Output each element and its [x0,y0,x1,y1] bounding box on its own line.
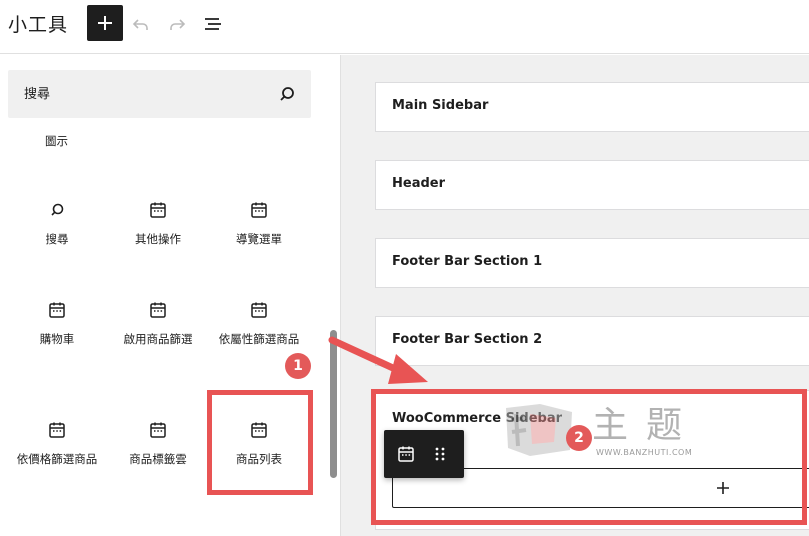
widget-area-title: Footer Bar Section 1 [392,254,543,269]
highlight-box-step-1 [207,390,313,495]
widget-area-title: Header [392,176,446,191]
widget-area-header[interactable]: Header [375,160,809,210]
toggle-inserter-button[interactable] [87,5,123,41]
step-badge-2: 2 [566,425,592,451]
widget-area-footer-1[interactable]: Footer Bar Section 1 [375,238,809,288]
block-item-other-actions[interactable]: 其他操作 [110,200,206,247]
search-box [8,70,311,118]
block-item-label: 其他操作 [135,232,181,246]
calendar-icon [49,422,65,438]
search-icon[interactable] [277,84,297,104]
widget-area-title: Main Sidebar [392,98,489,113]
calendar-icon [150,422,166,438]
block-item-active-filters[interactable]: 啟用商品篩選 [110,300,206,347]
calendar-icon [49,302,65,318]
calendar-icon [251,302,267,318]
block-item-label: 依屬性篩選商品 [218,332,300,346]
block-item-label: 啟用商品篩選 [123,332,193,346]
step-badge-1: 1 [285,353,311,379]
block-item-search[interactable]: 搜尋 [9,200,105,247]
block-item-label: 商品標籤雲 [129,452,187,466]
page-title: 小工具 [8,14,69,36]
undo-icon[interactable] [130,13,152,35]
block-label-partial: 圖示 [45,134,68,148]
calendar-icon [150,202,166,218]
canvas-divider [340,55,341,536]
block-item-label: 購物車 [39,332,75,346]
calendar-icon [150,302,166,318]
search-icon [51,203,64,216]
block-item-filter-by-price[interactable]: 依價格篩選商品 [9,420,105,467]
list-view-icon[interactable] [202,13,224,35]
calendar-icon [251,202,267,218]
plus-icon [98,16,112,30]
widget-area-footer-2[interactable]: Footer Bar Section 2 [375,316,809,366]
widget-area-main-sidebar[interactable]: Main Sidebar [375,82,809,132]
block-item-cart[interactable]: 購物車 [9,300,105,347]
block-item-product-tag-cloud[interactable]: 商品標籤雲 [110,420,206,467]
block-item-label: 依價格篩選商品 [16,452,98,466]
editor-header: 小工具 [0,0,809,54]
drag-arrow-icon [328,336,428,384]
block-item-label: 導覽選單 [236,232,282,246]
search-input[interactable] [8,70,268,118]
block-item-filter-by-attribute[interactable]: 依屬性篩選商品 [211,300,307,347]
highlight-box-step-2 [371,389,807,525]
redo-icon[interactable] [166,13,188,35]
block-item-navigation[interactable]: 導覽選單 [211,200,307,247]
block-item-label: 搜尋 [45,232,69,246]
